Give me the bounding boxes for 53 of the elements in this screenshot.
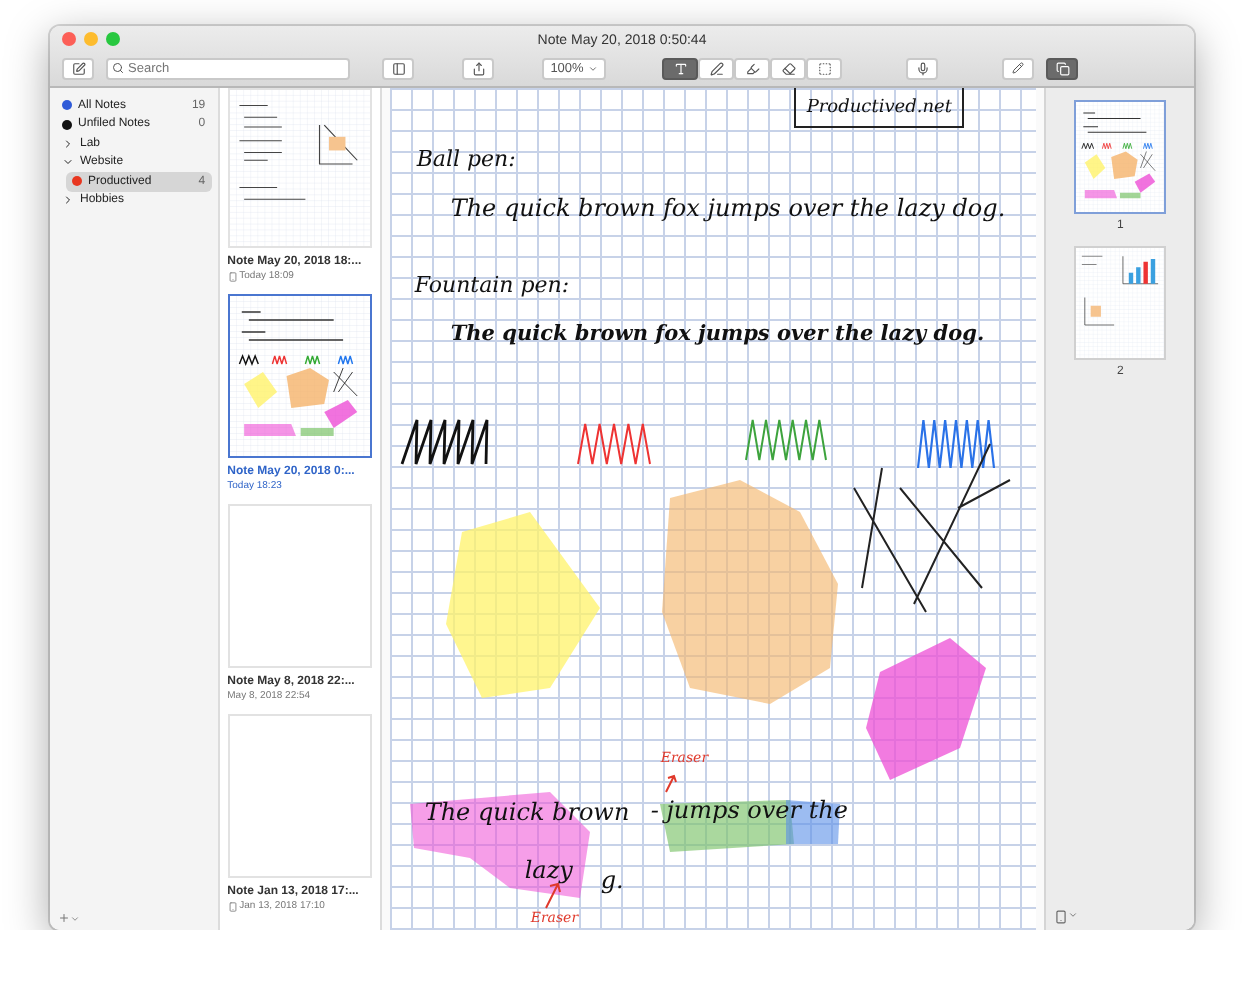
close-button[interactable]: [62, 32, 76, 46]
zoom-button[interactable]: [106, 32, 120, 46]
highlighter-icon: [745, 61, 759, 75]
text-icon: [673, 61, 687, 75]
pen-tool-button[interactable]: [698, 57, 734, 79]
handwriting-text: - jumps over the: [650, 798, 848, 822]
chevron-down-icon[interactable]: [62, 156, 74, 169]
pen-scribble: [577, 423, 652, 465]
highlighter-tool-button[interactable]: [734, 57, 770, 79]
note-preview-drawing: [1076, 248, 1165, 358]
chevron-down-icon[interactable]: [1068, 910, 1079, 920]
add-icon[interactable]: [58, 912, 70, 924]
eraser-tool-button[interactable]: [770, 57, 806, 79]
boxed-handwriting: Productived.net: [794, 88, 964, 128]
page-thumbnail[interactable]: [1074, 100, 1167, 214]
sidebar-icon: [391, 61, 405, 75]
new-note-button[interactable]: [62, 57, 94, 79]
pages-panel-button[interactable]: [1046, 57, 1078, 79]
handwriting-text: The quick brown fox jumps over the lazy dog.: [450, 196, 1006, 220]
selection-icon: [817, 61, 831, 75]
chevron-down-icon: [587, 63, 598, 73]
page-thumbnail[interactable]: [1074, 246, 1167, 360]
handwriting-text: The quick brown fox jumps over the lazy dog.: [450, 324, 985, 345]
sidebar-toggle-button[interactable]: [382, 57, 414, 79]
chevron-down-icon[interactable]: [70, 913, 80, 923]
pages-icon: [1055, 61, 1069, 75]
highlighter-stroke: [866, 638, 987, 780]
note-preview-drawing: [1076, 102, 1165, 212]
arrow-drawing: [545, 882, 562, 909]
share-icon: [471, 61, 485, 75]
handwriting-text: g.: [600, 868, 624, 892]
pen-scribble: [917, 418, 996, 470]
handwriting-text: Fountain pen:: [414, 274, 570, 296]
chevron-right-icon[interactable]: [62, 194, 74, 207]
selection-tool-button[interactable]: [806, 57, 842, 79]
microphone-icon: [915, 61, 929, 75]
pen-scribble: [745, 419, 828, 461]
microphone-button[interactable]: [906, 57, 938, 79]
page-icon[interactable]: [1054, 910, 1069, 924]
text-tool-button[interactable]: [662, 57, 698, 79]
handwriting-text: The quick brown: [424, 800, 630, 824]
chevron-right-icon[interactable]: [62, 137, 74, 150]
eraser-icon: [781, 61, 795, 75]
compose-icon: [71, 61, 85, 75]
search-icon: [112, 62, 124, 74]
share-button[interactable]: [462, 57, 494, 79]
handwriting-text: lazy: [524, 858, 573, 882]
pen-scribble: [401, 418, 490, 466]
pencil-button[interactable]: [1002, 57, 1034, 79]
pen-icon: [709, 61, 723, 75]
arrow-drawing: [665, 774, 678, 793]
handwriting-text: Ball pen:: [416, 148, 516, 170]
pencil-icon: [1012, 62, 1024, 74]
